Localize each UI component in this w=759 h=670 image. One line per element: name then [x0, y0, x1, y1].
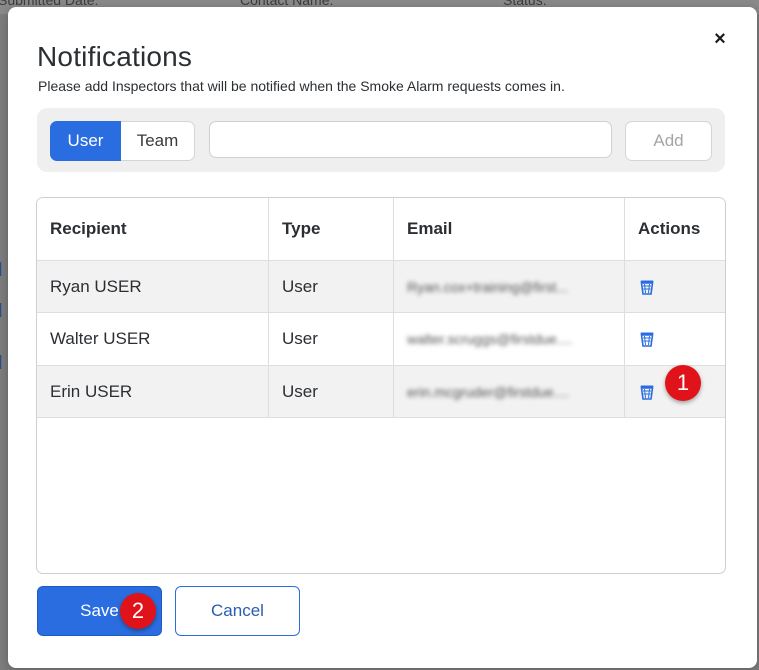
- header-email: Email: [394, 198, 625, 260]
- close-icon[interactable]: ×: [708, 27, 732, 51]
- table-row: Erin USER User erin.mcgruder@firstdue...…: [37, 366, 725, 418]
- recipient-name: Walter USER: [37, 313, 269, 365]
- header-recipient: Recipient: [37, 198, 269, 260]
- team-toggle-button[interactable]: Team: [121, 121, 195, 161]
- trash-icon[interactable]: [638, 278, 656, 296]
- modal-subtitle: Please add Inspectors that will be notif…: [38, 78, 565, 94]
- recipient-email: walter.scruggs@firstdue....: [394, 313, 625, 365]
- bg-link-fragment: ▏: [0, 355, 4, 369]
- add-button[interactable]: Add: [625, 121, 712, 161]
- table-row: Walter USER User walter.scruggs@firstdue…: [37, 313, 725, 366]
- email-text: walter.scruggs@firstdue....: [407, 331, 573, 347]
- recipient-search-input[interactable]: [209, 121, 612, 158]
- recipient-type: User: [269, 313, 394, 365]
- header-actions: Actions: [638, 219, 701, 238]
- notifications-modal: Notifications Please add Inspectors that…: [8, 7, 757, 668]
- header-type: Type: [269, 198, 394, 260]
- table-row: Ryan USER User Ryan.cox+training@first..…: [37, 261, 725, 313]
- step-badge-1: 1: [665, 365, 701, 401]
- actions-cell: [625, 261, 725, 312]
- recipient-type: User: [269, 261, 394, 312]
- recipient-type: User: [269, 366, 394, 417]
- recipient-name: Erin USER: [37, 366, 269, 417]
- recipient-name: Ryan USER: [37, 261, 269, 312]
- trash-icon[interactable]: [638, 383, 656, 401]
- table-header-row: Recipient Type Email Actions: [37, 198, 725, 261]
- modal-title: Notifications: [37, 41, 193, 72]
- user-toggle-button[interactable]: User: [50, 121, 121, 161]
- cancel-button[interactable]: Cancel: [175, 586, 300, 636]
- bg-link-fragment: ▏: [0, 262, 4, 276]
- actions-cell: [625, 313, 725, 365]
- add-recipient-bar: User Team Add: [37, 108, 725, 172]
- recipient-email: erin.mcgruder@firstdue....: [394, 366, 625, 417]
- recipients-table: Recipient Type Email Actions Ryan USER U…: [36, 197, 726, 574]
- email-text: erin.mcgruder@firstdue....: [407, 383, 570, 400]
- trash-icon[interactable]: [638, 330, 656, 348]
- bg-link-fragment: ▏: [0, 303, 4, 317]
- email-text: Ryan.cox+training@first...: [407, 278, 568, 295]
- recipient-email: Ryan.cox+training@first...: [394, 261, 625, 312]
- step-badge-2: 2: [120, 593, 156, 629]
